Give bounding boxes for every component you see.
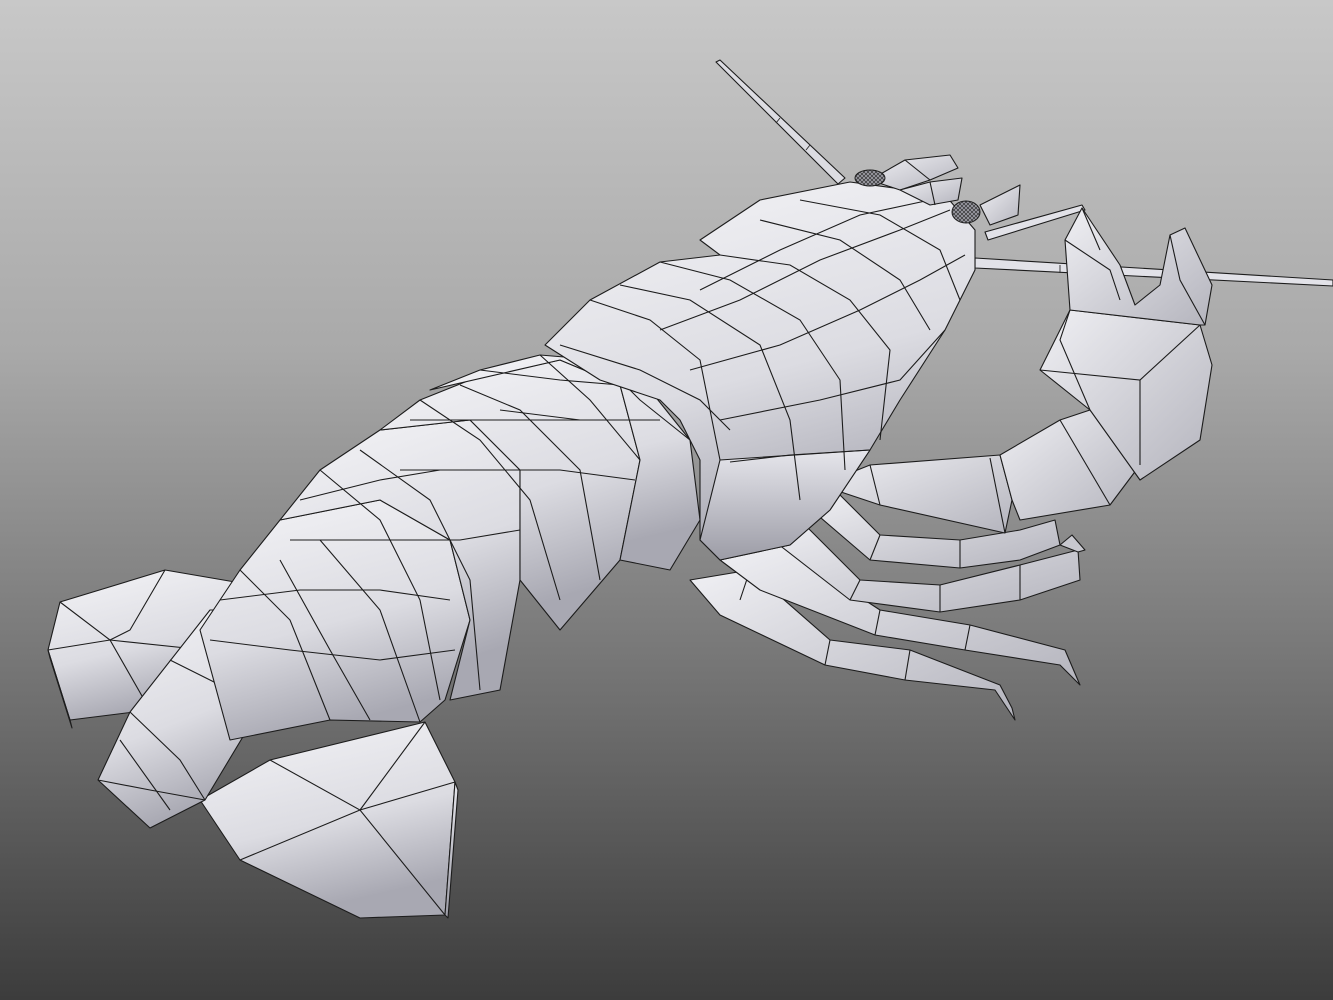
right-antenna [974, 257, 1333, 287]
abdomen [199, 354, 701, 741]
3d-viewport[interactable] [0, 0, 1333, 1000]
left-eye [854, 169, 886, 187]
crayfish-model [47, 59, 1333, 919]
left-antenna [715, 59, 846, 185]
right-eye [951, 200, 981, 224]
